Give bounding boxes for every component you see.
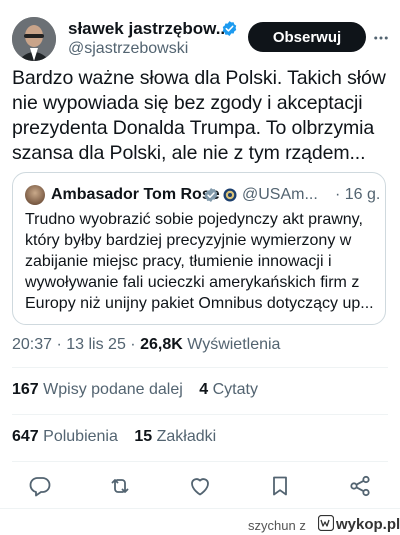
bookmarks-count[interactable]: 15 <box>134 428 152 445</box>
reposts-count[interactable]: 167 <box>12 381 39 398</box>
bookmarks-label[interactable]: Zakładki <box>157 428 217 445</box>
views-count: 26,8K <box>140 336 183 353</box>
watermark-footer: szychun z wykop.pl <box>0 508 400 535</box>
share-icon <box>350 475 370 497</box>
wykop-site-name: wykop.pl <box>336 516 400 533</box>
stats-row-likes: 647 Polubienia 15 Zakładki <box>12 428 228 446</box>
likes-count[interactable]: 647 <box>12 428 39 445</box>
author-avatar[interactable] <box>12 17 56 61</box>
verified-badge-icon <box>222 21 237 36</box>
verified-gray-badge-icon <box>204 188 218 202</box>
reply-icon <box>29 477 51 497</box>
stats-row-reposts: 167 Wpisy podane dalej 4 Cytaty <box>12 381 270 399</box>
bookmark-button[interactable] <box>268 474 292 498</box>
views-label: Wyświetlenia <box>187 336 281 353</box>
avatar-portrait-icon <box>12 17 56 61</box>
like-button[interactable] <box>188 474 212 498</box>
government-seal-icon <box>223 188 237 202</box>
watermark-user: szychun z <box>248 518 306 533</box>
author-handle[interactable]: @sjastrzebowski <box>68 40 188 58</box>
action-bar <box>0 470 400 502</box>
divider <box>12 414 388 415</box>
quotes-count[interactable]: 4 <box>199 381 208 398</box>
share-button[interactable] <box>348 474 372 498</box>
quoted-tweet[interactable]: Ambasador Tom Rose @USAm... · 16 g. Trud… <box>12 172 386 325</box>
more-options-icon[interactable] <box>372 29 390 47</box>
reply-button[interactable] <box>28 474 52 498</box>
quoted-author-name: Ambasador Tom Rose <box>51 186 220 203</box>
quoted-tweet-text: Trudno wyobrazić sobie pojedynczy akt pr… <box>25 211 374 312</box>
tweet-timestamp[interactable]: 20:37 · 13 lis 25 · <box>12 336 140 353</box>
divider <box>12 461 388 462</box>
quotes-label[interactable]: Cytaty <box>213 381 258 398</box>
follow-button[interactable]: Obserwuj <box>248 22 366 52</box>
author-name[interactable]: sławek jastrzębow... <box>68 19 230 39</box>
bookmark-icon <box>273 476 287 496</box>
like-icon <box>191 478 209 496</box>
reposts-label[interactable]: Wpisy podane dalej <box>43 381 183 398</box>
quoted-author-handle: @USAm... <box>242 186 318 203</box>
tweet-header: sławek jastrzębow... @sjastrzebowski Obs… <box>0 0 400 72</box>
tweet-meta: 20:37 · 13 lis 25 · 26,8K Wyświetlenia <box>12 336 280 354</box>
quoted-tweet-time: · 16 g. <box>335 186 381 203</box>
divider <box>12 367 388 368</box>
quoted-author-avatar <box>25 185 45 205</box>
likes-label[interactable]: Polubienia <box>43 428 118 445</box>
tweet-text: Bardzo ważne słowa dla Polski. Takich sł… <box>12 67 386 164</box>
wykop-logo-icon <box>318 515 334 531</box>
repost-icon <box>111 479 129 493</box>
repost-button[interactable] <box>108 474 132 498</box>
